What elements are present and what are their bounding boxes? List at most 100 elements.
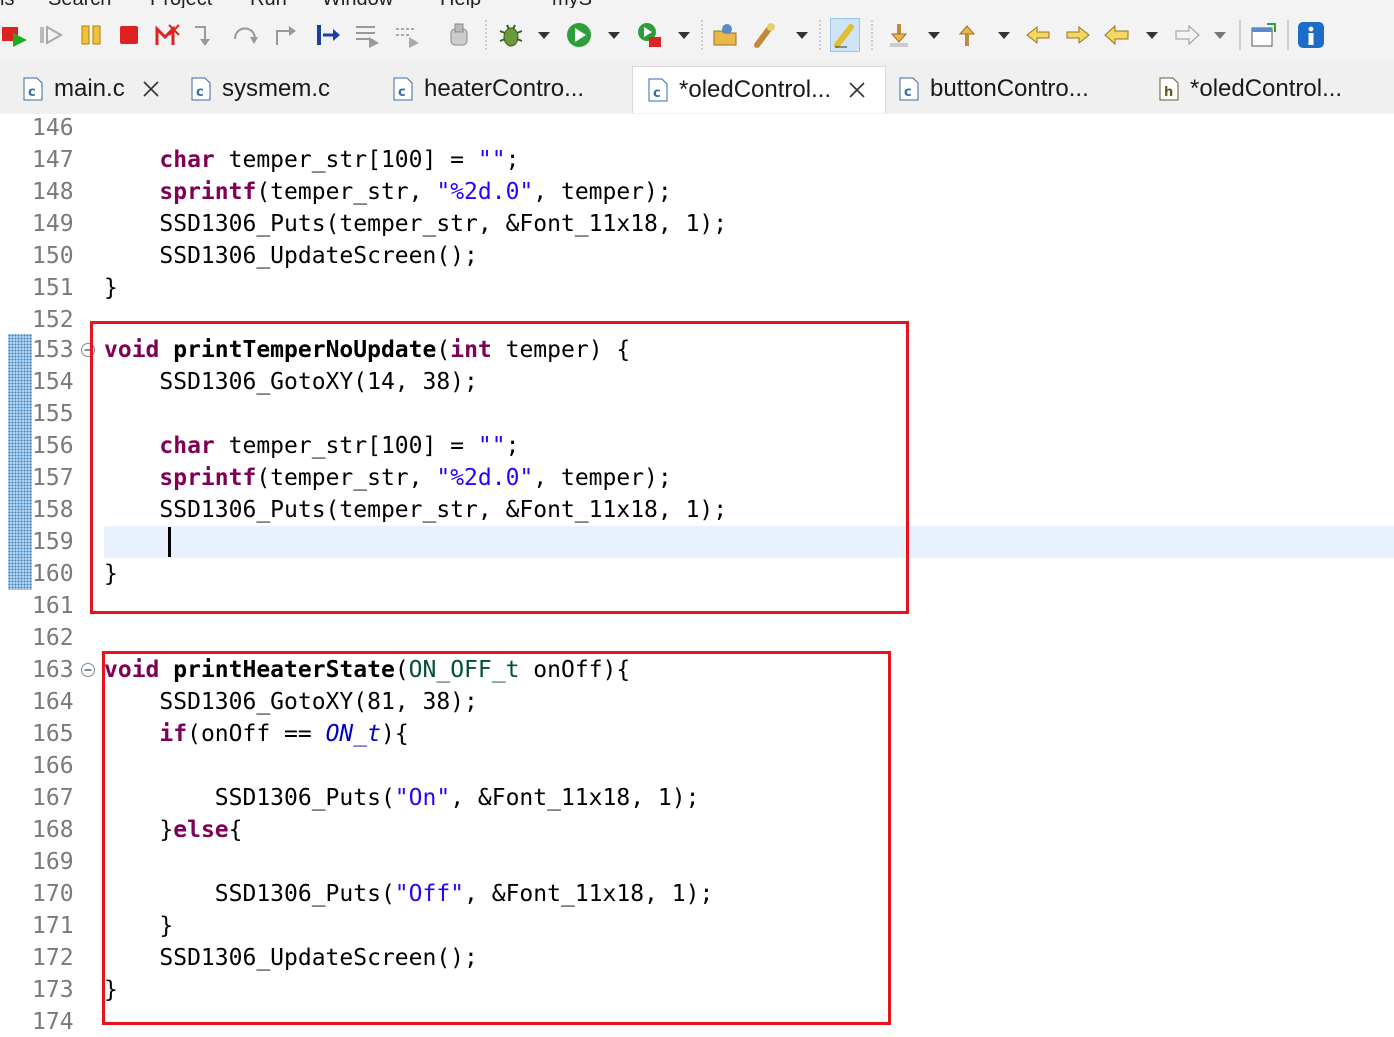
tab-label: main.c <box>54 75 125 102</box>
open-perspective-icon[interactable] <box>1248 18 1278 52</box>
svg-text:c: c <box>398 85 406 100</box>
close-icon[interactable] <box>847 80 867 100</box>
menu-item-project[interactable]: Project <box>150 0 212 8</box>
h-file-icon: h <box>1159 77 1179 101</box>
toolbar-separator <box>1238 18 1242 52</box>
tab-sysmem-c[interactable]: c sysmem.c <box>176 66 376 112</box>
close-icon[interactable] <box>141 79 161 99</box>
svg-text:c: c <box>653 86 661 101</box>
collapse-fold-icon[interactable] <box>80 662 96 678</box>
menu-item-help[interactable]: Help <box>440 0 481 8</box>
toolbar-separator <box>484 18 488 52</box>
use-step-filters-icon[interactable] <box>392 18 422 52</box>
last-edit-location-icon[interactable] <box>1024 18 1054 52</box>
line-number: 166 <box>32 753 74 779</box>
chevron-down-icon[interactable] <box>926 18 942 52</box>
line-number: 150 <box>32 243 74 269</box>
code-line: } <box>104 275 118 301</box>
chevron-down-icon[interactable] <box>536 18 552 52</box>
terminate-icon[interactable] <box>114 18 144 52</box>
line-number: 163 <box>32 657 74 683</box>
line-number: 165 <box>32 721 74 747</box>
line-number: 160 <box>32 561 74 587</box>
line-number: 156 <box>32 433 74 459</box>
tab-main-c[interactable]: c main.c <box>8 66 174 112</box>
c-file-icon: c <box>23 77 43 101</box>
line-number: 155 <box>32 401 74 427</box>
filters-icon[interactable] <box>352 18 382 52</box>
menu-item-search[interactable]: Search <box>48 0 111 8</box>
next-annotation-icon[interactable] <box>884 18 914 52</box>
tab-label: buttonContro... <box>930 75 1089 102</box>
line-number: 172 <box>32 945 74 971</box>
tab-oled-control-c[interactable]: c *oledControl... <box>632 66 886 113</box>
highlight-box-print-heater-state <box>102 651 891 1025</box>
toggle-mark-occurrences-icon[interactable] <box>830 18 860 52</box>
c-file-icon: c <box>899 77 919 101</box>
run-external-icon[interactable] <box>634 18 664 52</box>
line-number: 170 <box>32 881 74 907</box>
line-number: 168 <box>32 817 74 843</box>
line-number: 152 <box>32 307 74 333</box>
svg-text:c: c <box>28 85 36 100</box>
chevron-down-icon[interactable] <box>606 18 622 52</box>
disconnect-icon[interactable] <box>152 18 182 52</box>
line-number: 153 <box>32 337 74 363</box>
tab-oled-control-h[interactable]: h *oledControl... <box>1144 66 1384 112</box>
line-number: 147 <box>32 147 74 173</box>
external-tools-icon[interactable] <box>444 18 474 52</box>
chevron-down-icon[interactable] <box>676 18 692 52</box>
chevron-down-icon[interactable] <box>1144 18 1160 52</box>
debug-icon[interactable] <box>496 18 526 52</box>
tab-label: heaterContro... <box>424 75 585 102</box>
line-number: 162 <box>32 625 74 651</box>
line-number: 149 <box>32 211 74 237</box>
tab-heater-control-c[interactable]: c heaterContro... <box>378 66 628 112</box>
svg-text:h: h <box>1164 85 1173 100</box>
next-edit-location-icon[interactable] <box>1062 18 1092 52</box>
menu-item[interactable]: ls <box>0 0 14 8</box>
line-number: 158 <box>32 497 74 523</box>
toolbar-separator <box>1286 18 1290 52</box>
step-over-icon[interactable] <box>230 18 260 52</box>
menu-bar: ls Search Project Run Window Help myS <box>0 0 1394 8</box>
forward-icon[interactable] <box>1172 18 1202 52</box>
c-file-icon: c <box>648 78 668 102</box>
previous-annotation-icon[interactable] <box>952 18 982 52</box>
back-icon[interactable] <box>1102 18 1132 52</box>
chevron-down-icon[interactable] <box>1212 18 1228 52</box>
step-into-icon[interactable] <box>190 18 220 52</box>
menu-item-project-name[interactable]: myS <box>552 0 592 8</box>
code-line: sprintf(temper_str, "%2d.0", temper); <box>159 179 672 205</box>
info-icon[interactable] <box>1296 18 1326 52</box>
line-number: 146 <box>32 115 74 141</box>
line-number: 161 <box>32 593 74 619</box>
run-icon[interactable] <box>564 18 594 52</box>
tab-label: *oledControl... <box>1190 75 1343 102</box>
resume-icon[interactable] <box>36 18 66 52</box>
line-number: 173 <box>32 977 74 1003</box>
tab-label: *oledControl... <box>679 76 832 103</box>
step-return-icon[interactable] <box>270 18 300 52</box>
line-number: 159 <box>32 529 74 555</box>
tab-button-control-c[interactable]: c buttonContro... <box>884 66 1134 112</box>
menu-item-window[interactable]: Window <box>322 0 393 8</box>
line-number: 157 <box>32 465 74 491</box>
menu-item-run[interactable]: Run <box>250 0 287 8</box>
c-file-icon: c <box>393 77 413 101</box>
toolbar-separator <box>700 18 704 52</box>
chevron-down-icon[interactable] <box>794 18 810 52</box>
tab-label: sysmem.c <box>222 75 330 102</box>
line-number: 169 <box>32 849 74 875</box>
svg-text:c: c <box>196 85 204 100</box>
open-type-icon[interactable] <box>710 18 740 52</box>
highlight-box-print-temper-no-update <box>90 321 909 614</box>
chevron-down-icon[interactable] <box>996 18 1012 52</box>
suspend-icon[interactable] <box>76 18 106 52</box>
toolbar-separator <box>870 18 874 52</box>
code-editor[interactable]: 146 147 148 149 150 151 152 153 154 155 … <box>0 114 1394 1037</box>
search-icon[interactable] <box>750 18 780 52</box>
debug-launch-icon[interactable] <box>0 18 30 52</box>
instruction-stepping-icon[interactable] <box>312 18 342 52</box>
line-number: 171 <box>32 913 74 939</box>
